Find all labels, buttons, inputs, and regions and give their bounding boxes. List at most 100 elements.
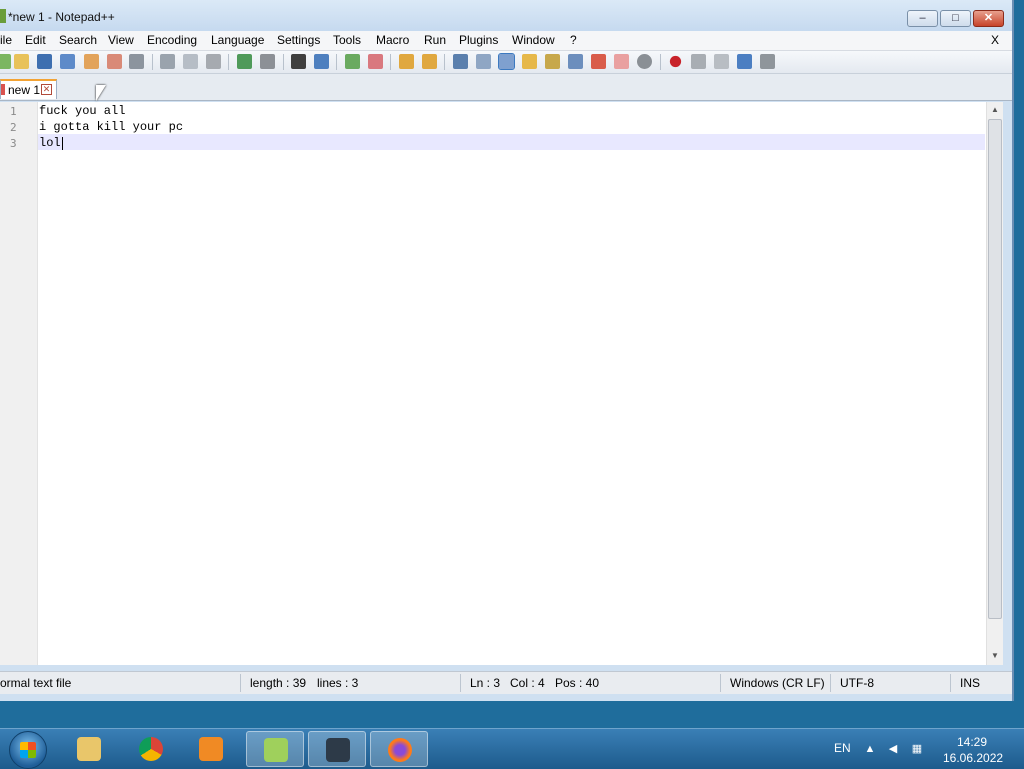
start-button[interactable] [9, 731, 47, 769]
status-file-type: ormal text file [0, 676, 72, 690]
monitoring-icon[interactable] [637, 54, 652, 69]
status-ln: Ln : 3 [470, 676, 501, 690]
doc-list-icon[interactable] [568, 54, 583, 69]
notepadpp-app-icon [0, 9, 6, 23]
undo-icon[interactable] [237, 54, 252, 69]
status-bar: ormal text file length : 39 lines : 3 Ln… [0, 671, 1012, 694]
taskbar-firefox[interactable] [370, 731, 428, 767]
record-macro-icon[interactable] [669, 55, 682, 68]
redo-icon[interactable] [260, 54, 275, 69]
menu-plugins[interactable]: Plugins [459, 33, 498, 47]
scrollbar-thumb[interactable] [988, 119, 1002, 619]
chrome-icon [139, 737, 163, 761]
toolbar-separator [336, 54, 337, 70]
maximize-button[interactable]: □ [940, 10, 971, 27]
close-icon[interactable] [84, 54, 99, 69]
taskbar-explorer[interactable] [60, 731, 118, 767]
toolbar-separator [283, 54, 284, 70]
menu-tools[interactable]: Tools [333, 33, 361, 47]
notepadpp-window: *new 1 - Notepad++ – □ ✕ ile Edit Search… [0, 0, 1014, 701]
clock-time[interactable]: 14:29 [957, 735, 987, 749]
tab-close-icon[interactable]: ✕ [41, 84, 52, 95]
sync-horizontal-icon[interactable] [422, 54, 437, 69]
show-hidden-icons-icon[interactable]: ▲ [863, 743, 877, 755]
menu-help[interactable]: ? [570, 33, 577, 47]
new-file-icon[interactable] [0, 54, 11, 69]
menu-search[interactable]: Search [59, 33, 97, 47]
sync-vertical-icon[interactable] [399, 54, 414, 69]
scroll-down-arrow-icon[interactable]: ▼ [991, 651, 999, 660]
clock-date[interactable]: 16.06.2022 [943, 751, 1003, 765]
save-macro-icon[interactable] [760, 54, 775, 69]
menu-window[interactable]: Window [512, 33, 555, 47]
media-player-icon [199, 737, 223, 761]
document-tab-bar: new 1 ✕ [0, 74, 1012, 101]
menu-settings[interactable]: Settings [277, 33, 320, 47]
stop-macro-icon[interactable] [691, 54, 706, 69]
code-line[interactable]: lol [39, 136, 61, 150]
line-number: 2 [10, 121, 17, 134]
menu-bar: ile Edit Search View Encoding Language S… [0, 31, 1012, 51]
minimize-button[interactable]: – [907, 10, 938, 27]
print-icon[interactable] [129, 54, 144, 69]
taskbar-chrome[interactable] [122, 731, 180, 767]
open-file-icon[interactable] [14, 54, 29, 69]
status-eol[interactable]: Windows (CR LF) [730, 676, 825, 690]
mouse-pointer-icon [96, 85, 106, 101]
text-editor[interactable]: 1 2 3 fuck you all i gotta kill your pc … [0, 102, 1003, 665]
code-line[interactable]: fuck you all [39, 104, 125, 118]
menu-edit[interactable]: Edit [25, 33, 46, 47]
udl-icon[interactable] [522, 54, 537, 69]
firefox-icon [388, 738, 412, 762]
cut-icon[interactable] [160, 54, 175, 69]
play-macro-icon[interactable] [714, 54, 729, 69]
word-wrap-icon[interactable] [453, 54, 468, 69]
save-all-icon[interactable] [60, 54, 75, 69]
toolbar-separator [390, 54, 391, 70]
zoom-in-icon[interactable] [345, 54, 360, 69]
text-caret [62, 137, 63, 150]
menu-view[interactable]: View [108, 33, 134, 47]
status-separator [950, 674, 951, 692]
toolbar-separator [228, 54, 229, 70]
status-encoding[interactable]: UTF-8 [840, 676, 874, 690]
toolbar-separator [152, 54, 153, 70]
doc-map-icon[interactable] [545, 54, 560, 69]
close-document-button[interactable]: X [991, 33, 999, 47]
close-all-icon[interactable] [107, 54, 122, 69]
taskbar-chess[interactable] [308, 731, 366, 767]
taskbar-notepadpp[interactable] [246, 731, 304, 767]
menu-file[interactable]: ile [0, 33, 12, 47]
menu-encoding[interactable]: Encoding [147, 33, 197, 47]
function-list-icon[interactable] [591, 54, 606, 69]
paste-icon[interactable] [206, 54, 221, 69]
replace-icon[interactable] [314, 54, 329, 69]
save-icon[interactable] [37, 54, 52, 69]
zoom-out-icon[interactable] [368, 54, 383, 69]
vertical-scrollbar[interactable]: ▲ ▼ [986, 102, 1003, 665]
status-separator [720, 674, 721, 692]
find-icon[interactable] [291, 54, 306, 69]
taskbar-media-player[interactable] [182, 731, 240, 767]
indent-guide-icon[interactable] [498, 53, 515, 70]
network-icon[interactable]: ▦ [910, 743, 924, 755]
window-title: *new 1 - Notepad++ [8, 10, 115, 24]
chess-icon [326, 738, 350, 762]
show-all-chars-icon[interactable] [476, 54, 491, 69]
scroll-up-arrow-icon[interactable]: ▲ [991, 105, 999, 114]
close-button[interactable]: ✕ [973, 10, 1004, 27]
language-indicator[interactable]: EN [834, 741, 851, 755]
title-bar[interactable]: *new 1 - Notepad++ – □ ✕ [0, 0, 1012, 32]
tab-new-1[interactable]: new 1 ✕ [0, 79, 57, 99]
volume-icon[interactable]: ◀ [886, 743, 900, 755]
line-number: 1 [10, 105, 17, 118]
folder-workspace-icon[interactable] [614, 54, 629, 69]
menu-language[interactable]: Language [211, 33, 264, 47]
status-separator [240, 674, 241, 692]
run-macro-multiple-icon[interactable] [737, 54, 752, 69]
menu-macro[interactable]: Macro [376, 33, 409, 47]
menu-run[interactable]: Run [424, 33, 446, 47]
code-line[interactable]: i gotta kill your pc [39, 120, 183, 134]
copy-icon[interactable] [183, 54, 198, 69]
file-explorer-icon [77, 737, 101, 761]
